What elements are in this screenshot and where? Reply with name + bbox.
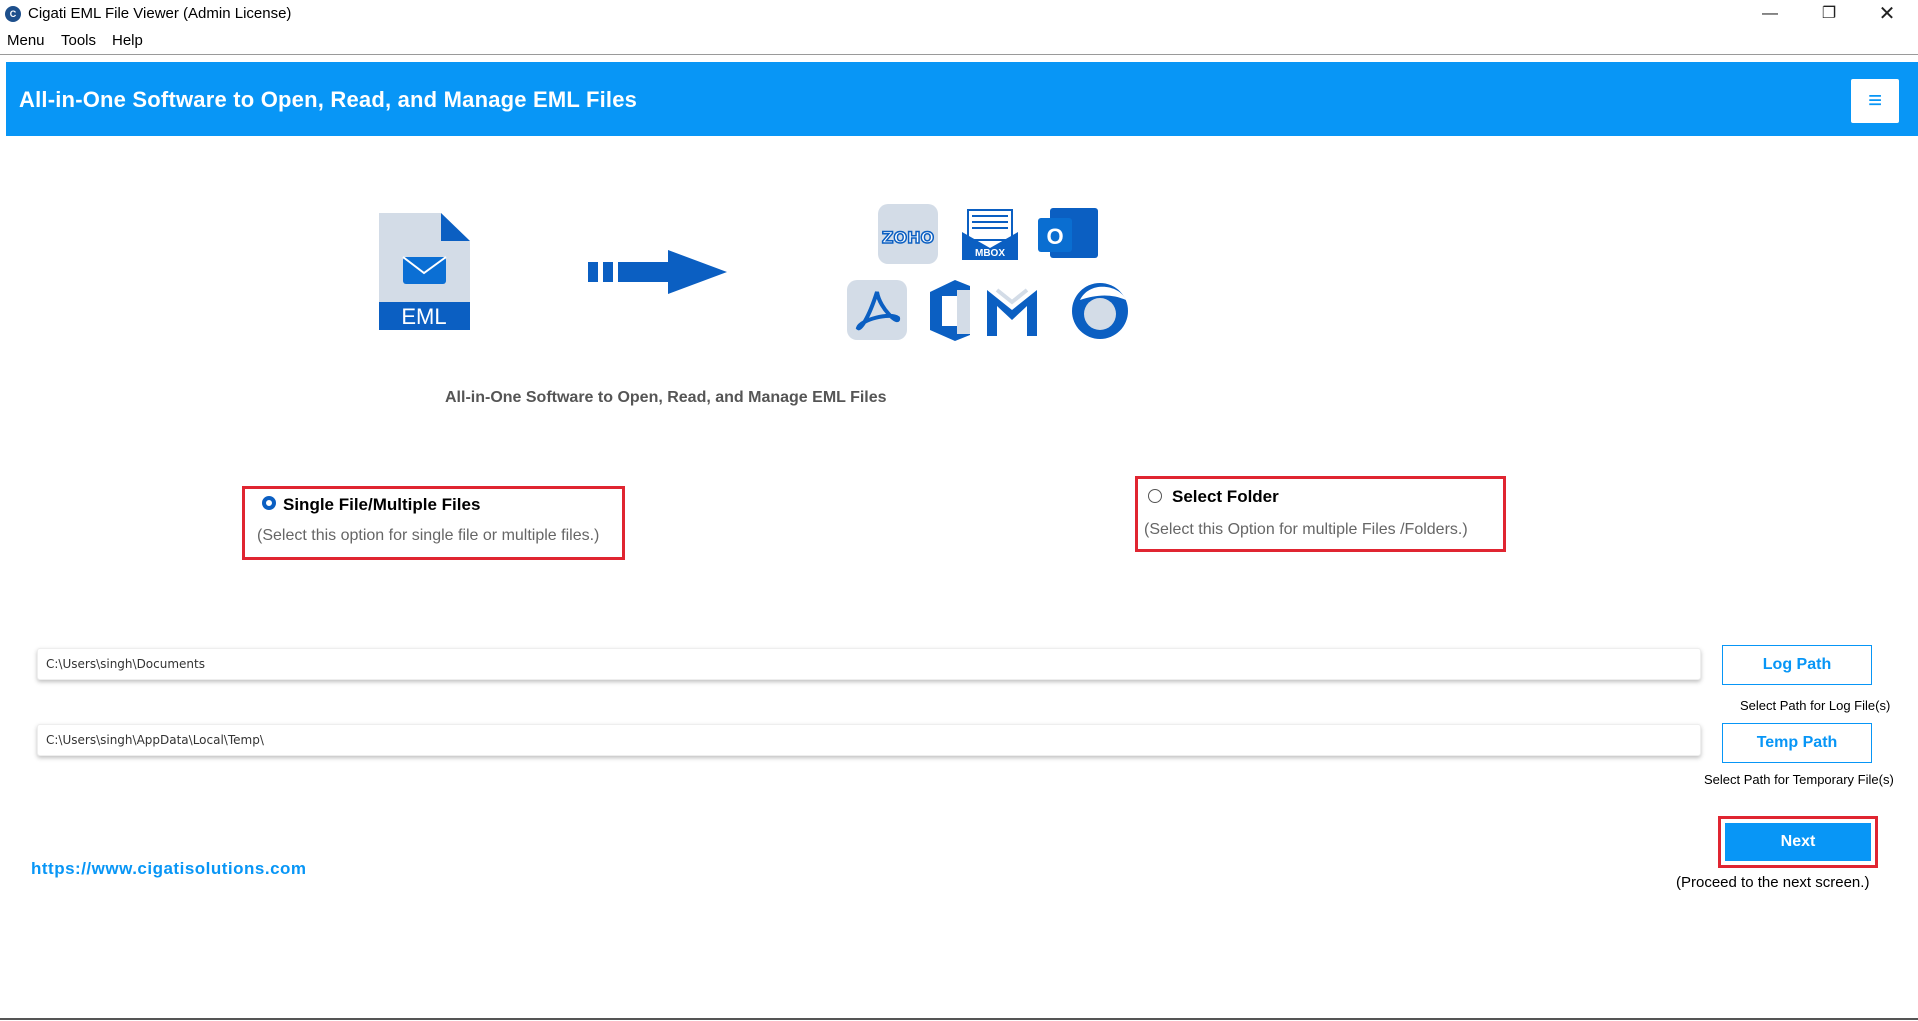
log-path-button[interactable]: Log Path: [1722, 645, 1872, 685]
eml-file-icon: EML: [379, 213, 470, 330]
outlook-icon: O: [1038, 208, 1098, 258]
pdf-icon: [847, 280, 907, 340]
eml-label: EML: [401, 304, 446, 329]
log-path-hint: Select Path for Log File(s): [1740, 698, 1891, 713]
single-file-option-title: Single File/Multiple Files: [283, 495, 481, 514]
temp-path-field[interactable]: C:\Users\singh\AppData\Local\Temp\: [37, 724, 1701, 756]
thunderbird-icon: [1072, 283, 1128, 339]
single-file-option-description: (Select this option for single file or m…: [257, 527, 600, 544]
zoho-icon: ZOHO: [878, 204, 938, 264]
window-bottom-border: [0, 1018, 1918, 1020]
office-icon: [930, 280, 970, 341]
mbox-label: MBOX: [975, 248, 1005, 259]
gmail-icon: [987, 288, 1037, 336]
select-folder-option-description: (Select this Option for multiple Files /…: [1144, 521, 1468, 538]
log-path-field[interactable]: C:\Users\singh\Documents: [37, 648, 1701, 680]
temp-path-hint: Select Path for Temporary File(s): [1704, 772, 1894, 787]
zoho-label: ZOHO: [882, 228, 934, 247]
select-folder-option-title: Select Folder: [1172, 487, 1279, 506]
mbox-icon: MBOX: [962, 209, 1018, 260]
next-button-frame: Next: [1718, 816, 1878, 868]
arrow-right-icon: [588, 250, 727, 294]
single-file-radio[interactable]: [262, 496, 276, 510]
illustration-tagline: All-in-One Software to Open, Read, and M…: [445, 389, 887, 406]
website-link[interactable]: https://www.cigatisolutions.com: [31, 859, 307, 879]
outlook-label: O: [1046, 224, 1063, 249]
select-folder-radio[interactable]: [1148, 489, 1162, 503]
select-folder-option[interactable]: Select Folder (Select this Option for mu…: [1135, 476, 1506, 552]
temp-path-button[interactable]: Temp Path: [1722, 723, 1872, 763]
single-file-option[interactable]: Single File/Multiple Files (Select this …: [242, 486, 625, 560]
next-hint: (Proceed to the next screen.): [1676, 874, 1870, 891]
next-button[interactable]: Next: [1725, 823, 1871, 861]
conversion-illustration: EML ZOHO MBOX O: [379, 204, 1128, 341]
